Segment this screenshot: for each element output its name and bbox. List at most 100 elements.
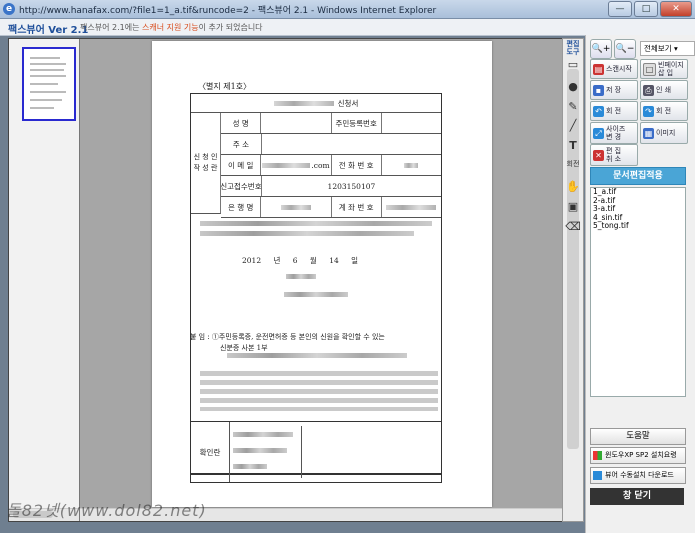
date-year: 2012 년 xyxy=(242,256,281,265)
stamp-tool-icon[interactable]: ▣ xyxy=(564,198,582,216)
chevron-down-icon: ▾ xyxy=(674,44,678,53)
label-email: 이 메 일 xyxy=(221,155,262,175)
notice-text-post: 이 추가 되었습니다 xyxy=(198,23,263,32)
application-form-table: 신청서 신 청 인 작 성 란 성 명 주민등록번호 주 소 이 메 일 .com 전… xyxy=(190,93,442,475)
rotate-right-button[interactable]: ↷ 회 전 xyxy=(640,101,688,121)
page-icon: □ xyxy=(643,62,656,76)
print-button[interactable]: ⎙ 인 쇄 xyxy=(640,80,688,100)
attachment-line-1: 붙 임 : ①주민등록증, 운전면허증 등 본인의 신원을 확인할 수 있는 xyxy=(190,333,385,341)
file-item[interactable]: 5_tong.tif xyxy=(591,221,685,231)
label-resident-no: 주민등록번호 xyxy=(332,113,382,133)
image-button[interactable]: ▦ 이미지 xyxy=(640,122,688,144)
close-window-button[interactable]: ✕ xyxy=(660,1,692,17)
redacted-text xyxy=(404,162,419,168)
print-label: 인 쇄 xyxy=(656,86,672,94)
view-mode-select[interactable]: 전체보기 ▾ xyxy=(640,41,695,56)
redacted-text xyxy=(227,353,407,358)
winxp-guide-label: 윈도우XP SP2 설치요령 xyxy=(605,451,677,459)
watermark: 돌82넷(www.dol82.net) xyxy=(6,501,207,520)
app-header: 팩스뷰어 Ver 2.1 팩스뷰어 2.1에는 스캐너 지원 기능이 추가 되었… xyxy=(0,19,695,36)
label-address: 주 소 xyxy=(221,134,262,154)
eraser-tool-icon[interactable]: ⌫ xyxy=(564,218,582,236)
redacted-text xyxy=(233,432,293,437)
form-title-cell: 신청서 xyxy=(191,94,441,112)
pen-tool-icon[interactable]: ✎ xyxy=(564,98,582,116)
line-tool-icon[interactable]: ╱ xyxy=(564,117,582,135)
notice-text-pre: 팩스뷰어 2.1에는 xyxy=(80,23,142,32)
file-list[interactable]: 1_a.tif 2-a.tif 3-a.tif 4_sin.tif 5_tong… xyxy=(590,187,686,397)
maximize-button[interactable]: □ xyxy=(634,1,658,17)
save-label: 저 장 xyxy=(606,86,622,94)
redacted-text xyxy=(200,221,432,226)
image-label: 이미지 xyxy=(656,129,676,137)
thumbnail-panel xyxy=(9,39,80,521)
save-button[interactable]: ▪ 저 장 xyxy=(590,80,638,100)
zoom-out-button[interactable]: 🔍− xyxy=(614,39,636,59)
rotate-left-icon: ↶ xyxy=(593,105,604,117)
email-suffix: .com xyxy=(311,160,330,170)
window-title: http://www.hanafax.com/?file1=1_a.tif&ru… xyxy=(19,6,437,16)
applicant-label: 신 청 인 작 성 란 xyxy=(191,113,221,214)
confirm-label: 확인란 xyxy=(191,422,230,482)
close-window-button-bottom[interactable]: 창 닫기 xyxy=(590,488,684,505)
redacted-text xyxy=(284,292,348,297)
redacted-text xyxy=(200,231,414,236)
help-button[interactable]: 도움말 xyxy=(590,428,686,445)
right-panel: 🔍+ 🔍− 전체보기 ▾ ▤ 스캔시작 □ 빈페이지 삽 입 ▪ 저 장 ⎙ 인 쇄 ↶… xyxy=(585,35,695,533)
redacted-text xyxy=(386,204,437,210)
resize-icon: ⤢ xyxy=(593,127,604,139)
edit-tools-label: 편집 도구 xyxy=(566,40,580,56)
redacted-text xyxy=(286,274,316,279)
scan-start-button[interactable]: ▤ 스캔시작 xyxy=(590,59,638,79)
redacted-text xyxy=(233,464,267,469)
label-report-no: 신고접수번호 xyxy=(221,176,262,196)
confirm-content xyxy=(231,426,302,478)
form-title: 신청서 xyxy=(337,98,359,108)
window-controls: — □ ✕ xyxy=(608,1,692,17)
attachment-note: 붙 임 : ①주민등록증, 운전면허증 등 본인의 신원을 확인할 수 있는 신… xyxy=(190,332,440,354)
text-tool-icon[interactable]: T xyxy=(564,137,582,155)
title-bar: e http://www.hanafax.com/?file1=1_a.tif&… xyxy=(0,0,695,19)
zoom-in-button[interactable]: 🔍+ xyxy=(590,39,612,59)
label-bank: 은 행 명 xyxy=(221,197,262,217)
winxp-guide-link[interactable]: 윈도우XP SP2 설치요령 xyxy=(590,447,686,464)
confirmation-box: 확인란 xyxy=(190,421,442,483)
label-phone: 전 화 번 호 xyxy=(332,155,382,175)
scan-start-label: 스캔시작 xyxy=(606,65,632,73)
app-brand: 팩스뷰어 Ver 2.1 xyxy=(8,25,89,36)
scanner-icon: ▤ xyxy=(593,63,604,75)
download-icon xyxy=(593,471,602,480)
insert-page-button[interactable]: □ 빈페이지 삽 입 xyxy=(640,59,688,79)
form-number: 〈별지 제1호〉 xyxy=(198,82,252,91)
redacted-block xyxy=(200,371,438,411)
redacted-text xyxy=(273,100,334,106)
hand-tool-icon[interactable]: ✋ xyxy=(564,178,582,196)
disk-icon: ▪ xyxy=(593,84,604,96)
insert-page-label: 빈페이지 삽 입 xyxy=(658,61,684,77)
document-page: 〈별지 제1호〉 신청서 신 청 인 작 성 란 성 명 주민등록번호 주 소 이… xyxy=(152,41,492,507)
label-name: 성 명 xyxy=(221,113,262,133)
app-notice: 팩스뷰어 2.1에는 스캐너 지원 기능이 추가 되었습니다 xyxy=(80,22,263,33)
label-account: 계 좌 번 호 xyxy=(332,197,382,217)
minimize-button[interactable]: — xyxy=(608,1,632,17)
ellipse-tool-icon[interactable]: ● xyxy=(564,78,582,96)
rotate-tool-label[interactable]: 회전 xyxy=(564,160,582,178)
redacted-text xyxy=(233,448,287,453)
manual-install-link[interactable]: 뷰어 수동설치 다운로드 xyxy=(590,467,686,484)
date-day: 14 일 xyxy=(329,256,359,265)
resize-button[interactable]: ⤢ 사이즈 변 경 xyxy=(590,122,638,144)
rotate-left-button[interactable]: ↶ 회 전 xyxy=(590,101,638,121)
apply-edit-button[interactable]: 문서편집적용 xyxy=(590,167,686,185)
cancel-edit-button[interactable]: ✕ 편 집 취 소 xyxy=(590,144,638,166)
redacted-text xyxy=(280,204,311,210)
select-tool-icon[interactable]: ▭ xyxy=(564,56,582,74)
manual-install-label: 뷰어 수동설치 다운로드 xyxy=(605,471,674,479)
report-no-value: 1203150107 xyxy=(327,181,376,191)
cancel-edit-label: 편 집 취 소 xyxy=(606,147,622,163)
resize-label: 사이즈 변 경 xyxy=(606,125,626,141)
date-month: 6 월 xyxy=(292,256,317,265)
notice-highlight: 스캐너 지원 기능 xyxy=(141,23,199,32)
document-viewer: 〈별지 제1호〉 신청서 신 청 인 작 성 란 성 명 주민등록번호 주 소 이… xyxy=(8,38,563,522)
page-thumbnail[interactable] xyxy=(22,47,76,121)
view-mode-value: 전체보기 xyxy=(644,44,672,53)
